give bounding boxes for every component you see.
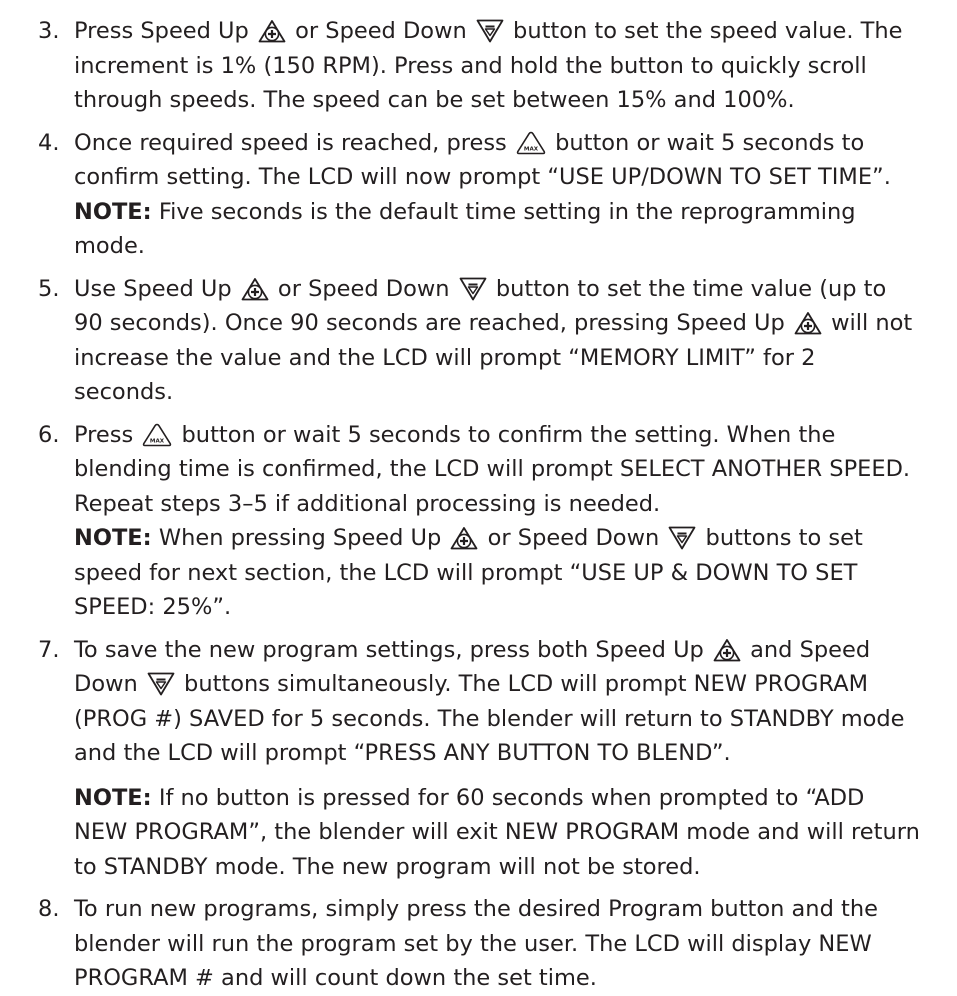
svg-text:MAX: MAX [524,146,539,152]
step-number: 8. [38,896,60,922]
step-text: Use Speed Up or Speed Down button to set… [74,275,913,406]
step-note: NOTE: If no button is pressed for 60 sec… [74,784,920,880]
svg-text:MAX: MAX [150,438,165,444]
speed-up-icon [794,311,822,335]
manual-page: 3. Press Speed Up or Speed Down button t… [0,0,957,991]
step-5: 5. Use Speed Up or Speed Down button to … [38,272,921,410]
instruction-steps: 3. Press Speed Up or Speed Down button t… [38,14,921,996]
speed-up-icon [241,277,269,301]
note-label: NOTE: [74,784,152,811]
step-text: Once required speed is reached, press MA… [74,129,891,260]
step-3: 3. Press Speed Up or Speed Down button t… [38,14,921,118]
note-label: NOTE: [74,525,152,551]
step-text: Press MAX button or wait 5 seconds to co… [74,421,911,517]
step-number: 4. [38,129,60,156]
step-number: 6. [38,421,60,448]
max-icon: MAX [142,423,172,447]
max-icon: MAX [516,131,546,155]
step-6: 6. Press MAX button or wait 5 seconds to… [38,418,921,625]
speed-up-icon [258,19,286,43]
step-text: To run new programs, simply press the de… [74,896,878,991]
speed-down-icon [668,526,696,550]
speed-up-icon [450,526,478,550]
step-8: 8. To run new programs, simply press the… [38,892,921,996]
speed-down-icon [459,277,487,301]
step-text: To save the new program settings, press … [74,636,905,767]
speed-down-icon [476,19,504,43]
step-number: 7. [38,636,60,663]
step-number: 5. [38,275,60,302]
step-text: Press Speed Up or Speed Down button to s… [74,18,903,113]
step-7: 7. To save the new program settings, pre… [38,633,921,885]
speed-down-icon [147,672,175,696]
step-4: 4. Once required speed is reached, press… [38,126,921,264]
speed-up-icon [713,638,741,662]
step-note: NOTE: When pressing Speed Up or Speed Do… [74,525,863,620]
note-label: NOTE: [74,198,152,225]
step-number: 3. [38,18,60,44]
